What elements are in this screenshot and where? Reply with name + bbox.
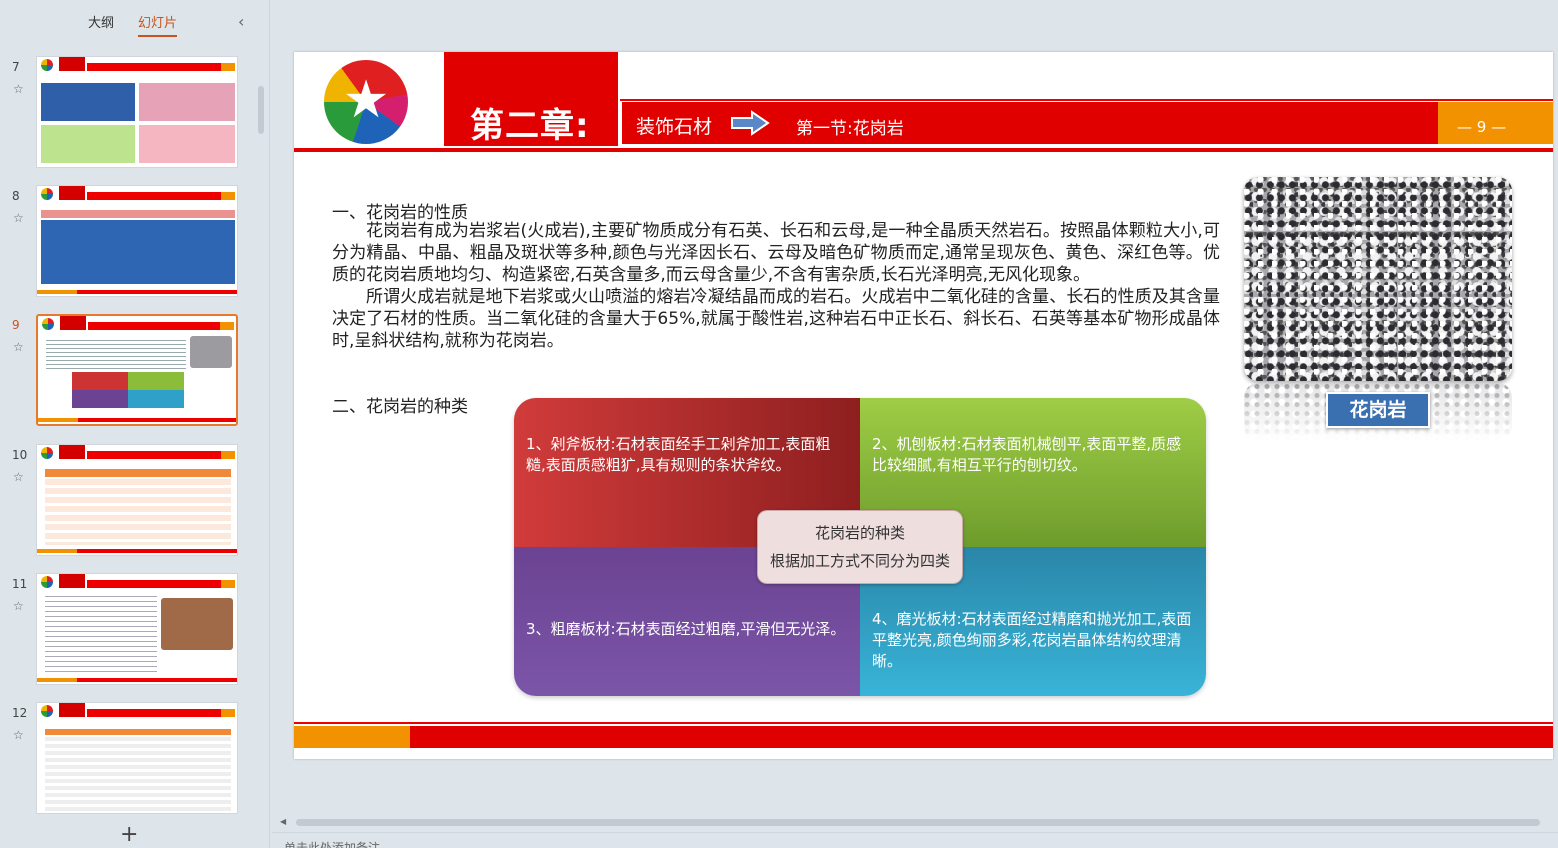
thumbnail-number: 10 bbox=[12, 448, 28, 462]
star-icon[interactable]: ☆ bbox=[13, 340, 24, 354]
thumbnail-number: 8 bbox=[12, 189, 20, 203]
add-slide-icon[interactable]: + bbox=[120, 822, 138, 847]
slide-thumbnail-active[interactable] bbox=[36, 314, 238, 426]
paragraph-1: 花岗岩有成为岩浆岩(火成岩),主要矿物质成分有石英、长石和云母,是一种全晶质天然… bbox=[332, 221, 1220, 285]
star-icon[interactable]: ☆ bbox=[13, 211, 24, 225]
star-icon[interactable]: ☆ bbox=[13, 728, 24, 742]
center-title: 花岗岩的种类 bbox=[814, 524, 905, 542]
collapse-panel-icon[interactable]: ‹ bbox=[238, 12, 244, 31]
thumbnail-row: 10 ☆ bbox=[0, 444, 256, 560]
footer-bar bbox=[294, 726, 1553, 748]
slide-panel: 大纲 幻灯片 ‹ 7 ☆ 8 ☆ 9 ☆ 10 ☆ 11 ☆ 12 ☆ + bbox=[0, 0, 270, 848]
arrow-right-icon bbox=[731, 110, 770, 136]
body-text: 花岗岩有成为岩浆岩(火成岩),主要矿物质成分有石英、长石和云母,是一种全晶质天然… bbox=[332, 220, 1220, 352]
thumbnail-number: 11 bbox=[12, 577, 28, 591]
chapter-label: 第二章: bbox=[470, 106, 590, 146]
matrix-center-box: 花岗岩的种类 根据加工方式不同分为四类 bbox=[757, 510, 963, 584]
thumbnail-row: 8 ☆ bbox=[0, 185, 256, 301]
granite-label: 花岗岩 bbox=[1326, 392, 1430, 428]
center-subtitle: 根据加工方式不同分为四类 bbox=[769, 552, 950, 570]
notes-placeholder[interactable]: 单击此处添加备注 bbox=[284, 839, 380, 848]
header-underline bbox=[294, 148, 1553, 152]
paragraph-2: 所谓火成岩就是地下岩浆或火山喷溢的熔岩冷凝结晶而成的岩石。火成岩中二氧化硅的含量… bbox=[332, 287, 1220, 351]
panel-tabs: 大纲 幻灯片 bbox=[88, 12, 178, 37]
horizontal-scrollbar[interactable] bbox=[296, 819, 1540, 826]
slide-canvas[interactable]: ★ 第二章: 装饰石材 第一节:花岗岩 — 9 — 一、花岗岩的性质 花岗岩有成… bbox=[294, 52, 1553, 759]
panel-scrollbar[interactable] bbox=[258, 86, 264, 134]
star-icon[interactable]: ☆ bbox=[13, 82, 24, 96]
quadrant-text: 3、粗磨板材:石材表面经过粗磨,平滑但无光泽。 bbox=[526, 620, 846, 638]
thumbnail-number: 9 bbox=[12, 318, 20, 332]
thumbnail-row: 9 ☆ bbox=[0, 314, 256, 430]
page-number: — 9 — bbox=[1457, 118, 1507, 136]
slide-title: 装饰石材 bbox=[636, 116, 713, 138]
header-line bbox=[620, 99, 1553, 101]
star-icon[interactable]: ☆ bbox=[13, 599, 24, 613]
logo: ★ bbox=[294, 52, 442, 148]
slide-thumbnail[interactable] bbox=[36, 573, 238, 685]
quadrant-text: 1、剁斧板材:石材表面经手工剁斧加工,表面粗糙,表面质感粗犷,具有规则的条状斧纹… bbox=[526, 435, 831, 474]
heading-types: 二、花岗岩的种类 bbox=[332, 397, 468, 417]
tab-slides[interactable]: 幻灯片 bbox=[138, 12, 178, 37]
star-icon[interactable]: ☆ bbox=[13, 470, 24, 484]
quadrant-text: 4、磨光板材:石材表面经过精磨和抛光加工,表面平整光亮,颜色绚丽多彩,花岗岩晶体… bbox=[872, 610, 1192, 670]
footer-line bbox=[294, 722, 1553, 724]
notes-pane[interactable]: 单击此处添加备注 bbox=[272, 832, 1558, 848]
thumbnail-row: 12 ☆ bbox=[0, 702, 256, 818]
slide-thumbnail[interactable] bbox=[36, 56, 238, 168]
star-logo-icon: ★ bbox=[342, 70, 390, 130]
tab-outline[interactable]: 大纲 bbox=[88, 12, 114, 37]
thumbnail-number: 12 bbox=[12, 706, 28, 720]
slide-thumbnail[interactable] bbox=[36, 185, 238, 297]
scroll-left-icon[interactable]: ◀ bbox=[280, 817, 286, 826]
slide-thumbnail[interactable] bbox=[36, 702, 238, 814]
granite-image bbox=[1244, 177, 1512, 381]
quadrant-text: 2、机刨板材:石材表面机械刨平,表面平整,质感比较细腻,有相互平行的刨切纹。 bbox=[872, 435, 1182, 474]
thumbnail-row: 11 ☆ bbox=[0, 573, 256, 689]
footer-accent bbox=[294, 726, 410, 748]
slide-thumbnail[interactable] bbox=[36, 444, 238, 556]
thumbnail-number: 7 bbox=[12, 60, 20, 74]
thumbnail-row: 7 ☆ bbox=[0, 56, 256, 172]
section-title: 第一节:花岗岩 bbox=[796, 119, 904, 139]
